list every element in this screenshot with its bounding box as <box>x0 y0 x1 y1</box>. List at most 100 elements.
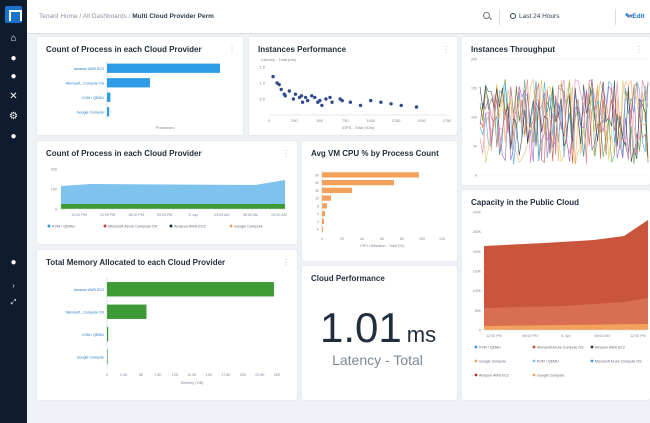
y-tick-label: 0 <box>55 208 57 212</box>
y-tick-label: 200 <box>471 58 477 62</box>
legend-label: Microsoft Azure Compute OS <box>108 225 158 229</box>
cpu-bar <box>322 187 352 194</box>
legend-marker <box>474 373 478 377</box>
user-icon[interactable]: ● <box>7 256 20 269</box>
y-tick-label: 1.5 <box>259 65 265 70</box>
instances-performance-chart: Latency - Total (ms) 1.5 1.0 0.5 0 250 500 750 1… <box>259 57 451 130</box>
legend-marker <box>532 373 536 377</box>
scatter-point <box>379 100 383 104</box>
legend-marker <box>474 345 478 349</box>
y-tick-label: 1.0 <box>259 81 265 86</box>
x-tick-label: 06:00 PM <box>522 334 537 338</box>
cpu-bar <box>322 226 323 232</box>
y-tick-label: 50K <box>475 309 482 313</box>
x-tick-label: 1750 <box>443 119 451 123</box>
x-tick-label: 03:00 AM <box>214 213 229 217</box>
scatter-point <box>324 97 328 101</box>
panel-instances-performance: Instances Performance ⋮ Latency - Total … <box>249 37 457 135</box>
info-icon[interactable]: ● <box>7 130 20 143</box>
breadcrumb-tenant[interactable]: Tenant Home <box>39 13 78 20</box>
avg-vm-cpu-chart: 6040201084200 20 40 60 80 100 120CPU Utilizati… <box>315 171 445 248</box>
x-tick-label: 100 <box>419 237 425 241</box>
home-icon[interactable]: ⌂ <box>7 32 20 45</box>
y-tick-label: 100K <box>473 289 482 293</box>
settings-icon[interactable]: ⚙ <box>7 110 20 123</box>
process-count-category-label: Amazon AWS EC2 <box>74 67 104 71</box>
legend-marker <box>229 224 233 228</box>
x-tick-label: 12:00 PM <box>630 334 645 338</box>
x-tick-label: 500 <box>317 119 323 123</box>
total-memory-bar <box>107 282 274 297</box>
x-tick-label: 03:00 PM <box>100 213 115 217</box>
total-memory-bar <box>107 304 147 319</box>
legend-marker <box>474 359 478 363</box>
x-tick-label: 17.5K <box>221 373 231 377</box>
scatter-point <box>340 98 344 103</box>
cpu-bar <box>322 210 325 217</box>
cpu-bar <box>322 218 324 225</box>
cpu-category-label: 40 <box>315 181 319 185</box>
panel-cloud-performance: Cloud Performance 1.01 ms Latency - Total <box>302 266 457 400</box>
panel-total-memory: Total Memory Allocated to each Cloud Pro… <box>37 250 297 400</box>
alert-icon[interactable]: ● <box>7 70 20 83</box>
scatter-point <box>348 100 353 104</box>
cpu-category-label: 0 <box>317 228 319 232</box>
process-count-category-label: KVM / QEMU <box>82 96 104 100</box>
legend-label: Amazon AWS EC2 <box>174 225 206 229</box>
legend-marker <box>590 359 594 363</box>
x-tick-label: 12:00 PM <box>486 334 501 338</box>
x-axis-label: CPU Utilization - Total (%) <box>360 244 405 248</box>
scatter-point <box>320 103 324 108</box>
legend-label: Google Compute <box>537 374 564 378</box>
x-tick-label: 10K <box>172 373 179 377</box>
total-memory-chart: Amazon AWS EC2 Microsoft...Compute OS KVM … <box>66 278 281 385</box>
x-tick-label: 06:00 AM <box>243 213 258 217</box>
x-tick-label: 250 <box>291 119 297 123</box>
legend-marker <box>532 345 536 349</box>
y-tick-label: 150K <box>473 270 482 274</box>
scatter-point <box>299 94 304 98</box>
scatter-point <box>328 95 332 100</box>
y-tick-label: 200 <box>51 168 57 172</box>
latency-value: 1.01 ms <box>320 304 437 351</box>
x-tick-label: 0 <box>268 119 270 123</box>
x-tick-label: 0 <box>321 237 323 241</box>
x-tick-label: 6. Apr <box>561 334 571 338</box>
x-tick-label: 5K <box>139 373 144 377</box>
breadcrumb-dashboards[interactable]: All Dashboards <box>83 13 127 20</box>
breadcrumb: Tenant Home / All Dashboards / Multi Clo… <box>39 13 214 20</box>
y-tick-label: 250K <box>473 230 482 234</box>
total-memory-category-label: Google Compute <box>77 355 104 359</box>
scatter-point <box>271 74 275 79</box>
x-tick-label: 09:00 AM <box>271 213 286 217</box>
scatter-point <box>293 92 298 96</box>
x-tick-label: 1250 <box>392 119 400 123</box>
scatter-point <box>399 103 403 108</box>
scatter-point <box>389 102 393 106</box>
x-tick-label: 09:00 PM <box>157 213 172 217</box>
legend-label: KVM / QEMU <box>479 346 501 350</box>
tools-icon[interactable]: ✕ <box>7 90 20 103</box>
x-tick-label: 06:00 AM <box>594 334 609 338</box>
dashboard-icon[interactable]: ● <box>7 52 20 65</box>
x-tick-label: 60 <box>380 237 384 241</box>
expand-icon[interactable]: › <box>7 280 20 293</box>
process-count-chart: Amazon AWS EC2 Microsoft...Compute OS KVM … <box>66 61 220 130</box>
clock-icon <box>510 13 516 19</box>
process-count-bar <box>107 92 111 102</box>
scatter-point <box>318 98 322 103</box>
panel-title: Cloud Performance <box>311 274 385 283</box>
x-tick-label: 2.5K <box>120 373 128 377</box>
total-memory-category-label: Amazon AWS EC2 <box>74 288 104 292</box>
app-logo[interactable] <box>5 6 22 23</box>
search-icon[interactable] <box>483 12 490 19</box>
scatter-point <box>279 87 283 92</box>
x-tick-label: 1500 <box>417 119 425 123</box>
total-memory-category-label: Microsoft...Compute OS <box>66 310 105 314</box>
total-memory-category-label: KVM / QEMU <box>82 333 104 337</box>
edit-button[interactable]: ✎ Edit <box>615 9 650 25</box>
top-bar: Tenant Home / All Dashboards / Multi Clo… <box>27 0 650 34</box>
x-tick-label: 6. Apr <box>189 213 199 217</box>
collapse-icon[interactable]: ⤢ <box>7 296 20 309</box>
legend-marker <box>169 224 173 228</box>
